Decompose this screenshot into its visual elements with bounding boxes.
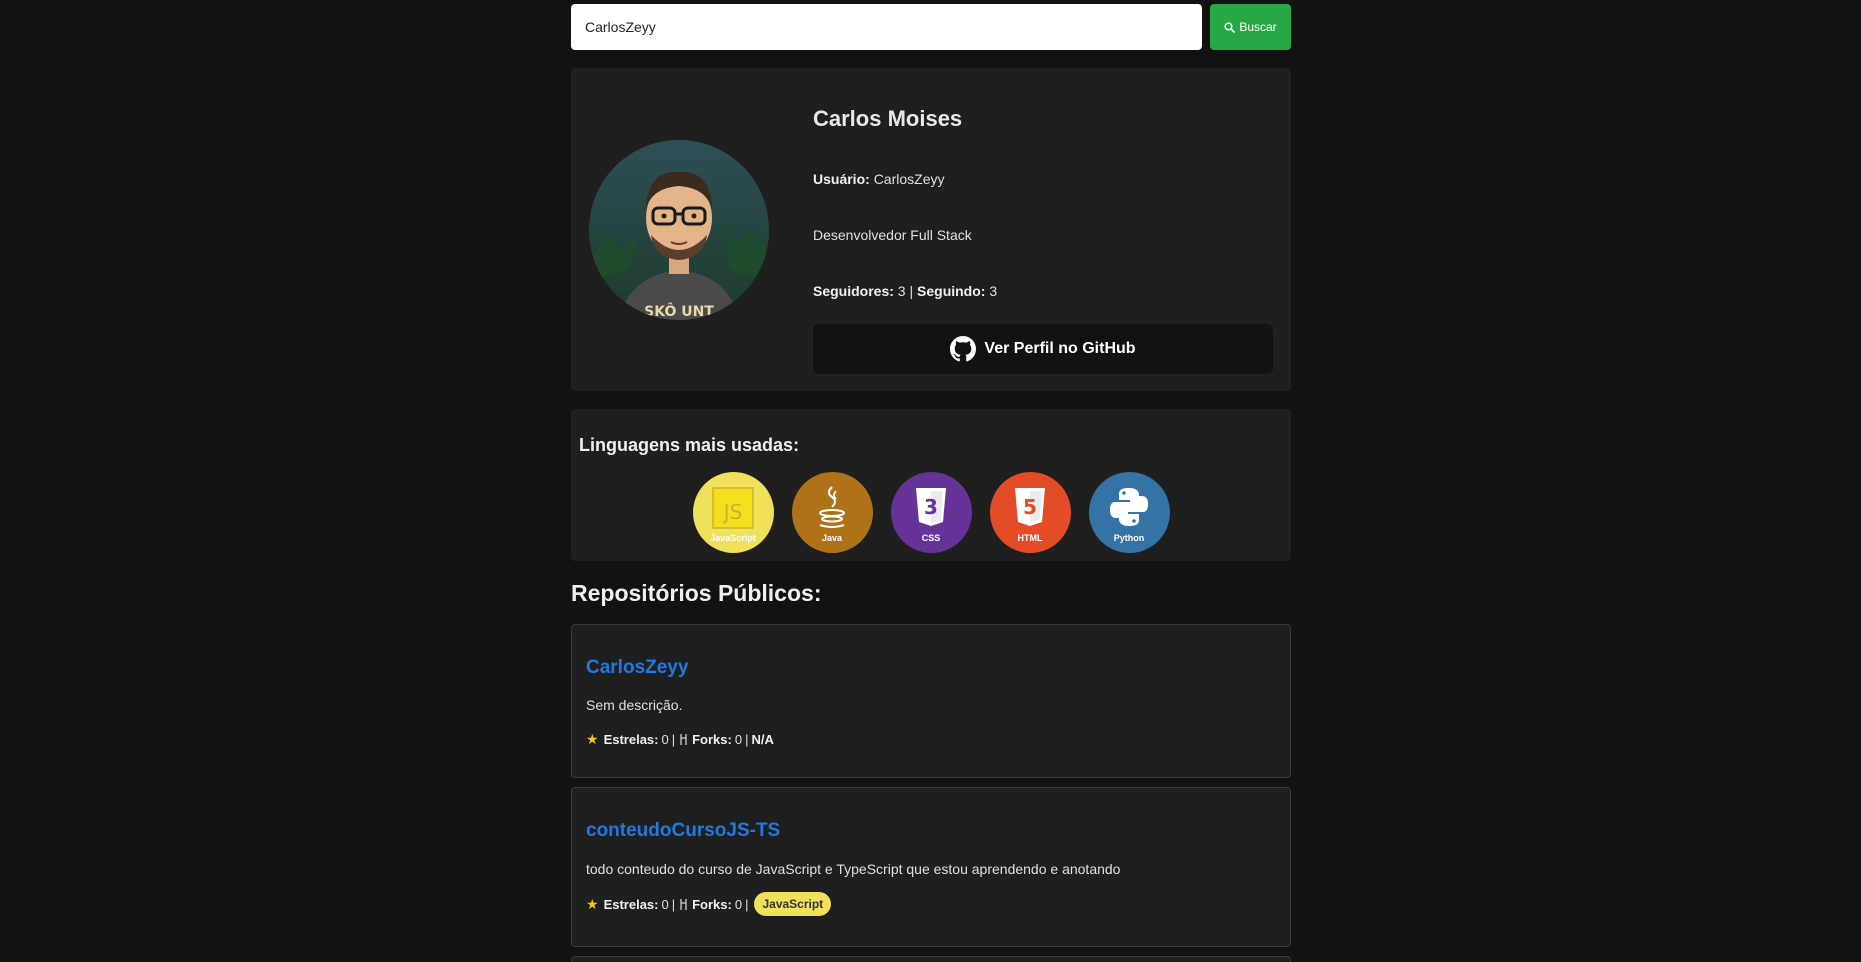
profile-bio: Desenvolvedor Full Stack xyxy=(813,227,972,243)
languages-list: JS JavaScript Java 3 CSS 5 HTML Python xyxy=(571,472,1291,553)
repo-description: todo conteudo do curso de JavaScript e T… xyxy=(586,861,1121,877)
profile-username: Usuário: CarlosZeyy xyxy=(813,171,944,187)
following-value: 3 xyxy=(989,283,998,299)
search-bar: Buscar xyxy=(571,4,1291,50)
language-badge-css: 3 CSS xyxy=(890,472,972,553)
fork-icon xyxy=(680,898,687,910)
meta-separator: | xyxy=(745,896,749,912)
stars-value: 0 xyxy=(661,732,669,747)
language-label: CSS xyxy=(921,533,941,543)
language-label: HTML xyxy=(1017,533,1043,543)
svg-text:SKÔ UNT: SKÔ UNT xyxy=(644,302,714,320)
repo-description: Sem descrição. xyxy=(586,697,683,713)
forks-label: Forks: xyxy=(692,732,732,747)
repo-name-link[interactable]: conteudoCursoJS-TS xyxy=(586,820,780,842)
meta-separator: | xyxy=(671,896,676,912)
avatar: SKÔ UNT xyxy=(589,140,769,320)
meta-separator: | xyxy=(745,732,749,747)
following-label: Seguindo: xyxy=(917,283,986,299)
repo-card xyxy=(571,956,1291,962)
github-button-label: Ver Perfil no GitHub xyxy=(984,340,1136,357)
profile-card: SKÔ UNT Carlos Moises Usuário: CarlosZey… xyxy=(571,68,1291,391)
language-label: Python xyxy=(1113,533,1145,543)
username-label: Usuário: xyxy=(813,171,870,187)
profile-follow-stats: Seguidores: 3 | Seguindo: 3 xyxy=(813,283,997,299)
repo-name-link[interactable]: CarlosZeyy xyxy=(586,657,688,679)
stars-label: Estrelas: xyxy=(603,896,659,912)
javascript-icon: JS xyxy=(712,486,754,529)
github-profile-button[interactable]: Ver Perfil no GitHub xyxy=(813,324,1273,374)
fork-icon xyxy=(680,734,687,745)
language-label: JavaScript xyxy=(710,533,756,543)
forks-label: Forks: xyxy=(692,896,732,912)
svg-text:JS: JS xyxy=(722,500,743,524)
language-badge-javascript: JS JavaScript xyxy=(692,472,774,553)
username-value: CarlosZeyy xyxy=(873,171,945,187)
repo-meta: ★ Estrelas: 0 | Forks: 0 | JavaScript xyxy=(586,892,832,916)
svg-text:3: 3 xyxy=(924,495,938,519)
search-button-label: Buscar xyxy=(1239,20,1277,34)
follow-separator: | xyxy=(909,283,914,299)
language-badge-java: Java xyxy=(791,472,873,553)
meta-separator: | xyxy=(671,732,676,747)
repo-card: CarlosZeyy Sem descrição. ★ Estrelas: 0 … xyxy=(571,624,1291,778)
css-icon: 3 xyxy=(916,487,946,526)
html-icon: 5 xyxy=(1015,487,1045,526)
repos-title: Repositórios Públicos: xyxy=(571,580,822,606)
java-icon xyxy=(819,485,845,528)
star-icon: ★ xyxy=(586,731,599,747)
languages-title: Linguagens mais usadas: xyxy=(579,435,800,455)
forks-value: 0 xyxy=(734,732,743,747)
search-button[interactable]: Buscar xyxy=(1210,4,1291,50)
stars-value: 0 xyxy=(661,896,669,912)
search-icon xyxy=(1224,21,1236,33)
language-badge-html: 5 HTML xyxy=(989,472,1071,553)
svg-text:5: 5 xyxy=(1023,495,1037,519)
repo-language: N/A xyxy=(751,732,774,747)
repo-meta: ★ Estrelas: 0 | Forks: 0 | N/A xyxy=(586,731,774,748)
followers-label: Seguidores: xyxy=(813,283,894,299)
language-badge-python: Python xyxy=(1088,472,1170,553)
forks-value: 0 xyxy=(734,896,743,912)
search-input[interactable] xyxy=(571,4,1202,50)
github-icon xyxy=(950,336,977,362)
profile-name: Carlos Moises xyxy=(813,106,963,131)
star-icon: ★ xyxy=(586,895,599,912)
repo-card: conteudoCursoJS-TS todo conteudo do curs… xyxy=(571,787,1291,947)
repo-language-tag: JavaScript xyxy=(754,892,832,916)
language-label: Java xyxy=(821,533,843,543)
python-icon xyxy=(1110,487,1148,526)
stars-label: Estrelas: xyxy=(603,732,659,747)
languages-card: Linguagens mais usadas: JS JavaScript Ja… xyxy=(571,409,1291,561)
followers-value: 3 xyxy=(897,283,906,299)
